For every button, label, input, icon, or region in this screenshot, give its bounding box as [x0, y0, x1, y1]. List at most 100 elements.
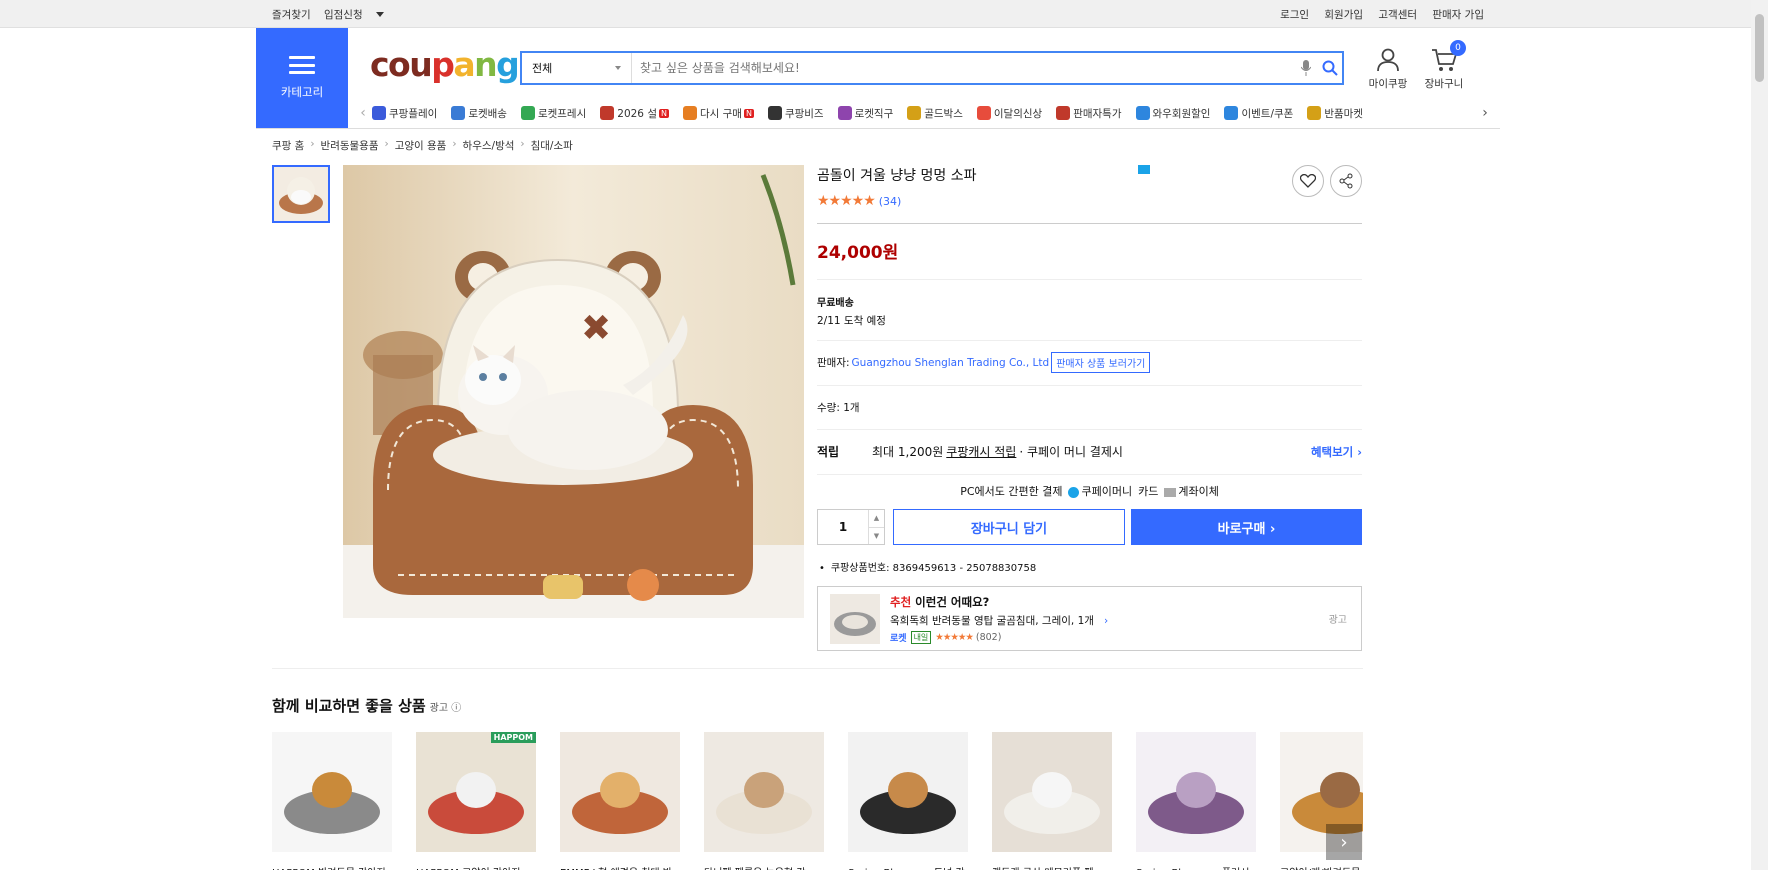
payment-methods: PC에서도 간편한 결제 쿠페이머니 카드 계좌이체 [817, 165, 1362, 509]
signup-link[interactable]: 회원가입 [1324, 9, 1363, 21]
scrollbar-thumb[interactable] [1755, 14, 1764, 82]
payment-bank-label: 계좌이체 [1178, 485, 1219, 498]
quick-link-item[interactable]: 로켓프레시 [520, 106, 586, 121]
compare-product-name: EMMF L형 애견용 침대 반... [560, 864, 680, 870]
coupang-cash-link[interactable]: 쿠팡캐시 적립 [946, 443, 1016, 460]
quantity-down-icon[interactable]: ▼ [869, 526, 884, 545]
scrollbar[interactable] [1751, 0, 1768, 870]
microphone-icon[interactable] [1294, 60, 1318, 76]
breadcrumb-item[interactable]: 쿠팡 홈 [272, 138, 304, 153]
payment-card-label: 카드 [1138, 485, 1159, 498]
rating-row[interactable]: ★★★★★ (34) [817, 193, 1362, 209]
section-divider [272, 668, 1363, 669]
quick-link-item[interactable]: 쿠팡플레이 [372, 106, 437, 121]
quick-link-item[interactable]: 이벤트/쿠폰 [1224, 106, 1293, 121]
recommend-name: 옥희독희 반려동물 영탑 굴곰침대, 그레이, 1개 › [890, 613, 1108, 628]
benefit-more-link[interactable]: 혜택보기 › [1311, 444, 1362, 460]
breadcrumb-item[interactable]: 반려동물용품 [321, 138, 379, 153]
compare-product-card[interactable]: EMMF L형 애견용 침대 반... [560, 732, 680, 870]
buy-now-button[interactable]: 바로구매 › [1131, 509, 1362, 545]
compare-product-card[interactable]: 캣독랜 국산 메모리폼 펫... [992, 732, 1112, 870]
chevron-down-icon [375, 12, 384, 17]
product-main-image[interactable]: ✖ [343, 165, 804, 618]
bank-icon [1164, 487, 1177, 497]
share-button[interactable] [1330, 165, 1362, 197]
coupang-logo[interactable]: coupang [370, 45, 520, 84]
chevron-down-icon [615, 66, 621, 70]
compare-product-card[interactable]: Spring Blossoms 도넛 강... [848, 732, 968, 870]
compare-product-name: 캣독랜 국산 메모리폼 펫... [992, 864, 1112, 870]
mycoupang-button[interactable]: 마이쿠팡 [1360, 48, 1416, 91]
quick-link-item[interactable]: 쿠팡비즈 [767, 106, 824, 121]
carousel-next-button[interactable]: › [1326, 824, 1362, 860]
logo-part: g [496, 45, 520, 84]
quick-link-icon [682, 106, 697, 120]
seller-row: 판매자: Guangzhou Shenglan Trading Co., Ltd… [817, 341, 1362, 385]
new-badge: N [743, 108, 754, 118]
compare-product-card[interactable]: Spring Blossoms 플러시... [1136, 732, 1256, 870]
quick-link-label: 이달의신상 [993, 107, 1043, 120]
customer-center-link[interactable]: 고객센터 [1378, 9, 1417, 21]
cart-button[interactable]: 장바구니 0 [1416, 40, 1472, 91]
quick-link-item[interactable]: 와우회원할인 [1135, 106, 1210, 121]
product-thumbnail[interactable] [272, 165, 330, 223]
chevron-right-icon[interactable]: › [1476, 105, 1494, 121]
quick-link-icon [1224, 106, 1239, 120]
reward-condition: · 쿠페이 머니 결제시 [1019, 445, 1123, 459]
bookmark-link[interactable]: 즐겨찾기 [272, 9, 311, 21]
quick-link-icon [837, 106, 852, 120]
breadcrumb-item[interactable]: 침대/소파 [531, 138, 573, 153]
quantity-value[interactable]: 1 [818, 510, 868, 544]
compare-product-name: Spring Blossoms 도넛 강... [848, 864, 968, 870]
quick-link-item[interactable]: 로켓직구 [837, 106, 894, 121]
quantity-stepper[interactable]: 1 ▲ ▼ [817, 509, 885, 545]
seller-signup-link[interactable]: 판매자 가입 [1432, 9, 1484, 21]
quick-link-label: 로켓직구 [854, 107, 894, 120]
quantity-text: 수량: 1개 [817, 402, 860, 414]
quantity-arrows: ▲ ▼ [868, 510, 884, 544]
add-to-cart-button[interactable]: 장바구니 담기 [893, 509, 1125, 545]
compare-carousel: HAPPOM 반려동물 강아지 ... HAPPOM HAPPOM 고양이 강아지 … [272, 732, 1363, 870]
quick-link-item[interactable]: 이달의신상 [976, 106, 1043, 121]
quick-link-label: 쿠팡플레이 [389, 107, 438, 120]
recommend-box[interactable]: 추천 이런건 어때요? 옥희독희 반려동물 영탑 굴곰침대, 그레이, 1개 › … [817, 586, 1362, 651]
quick-link-item[interactable]: 로켓배송 [451, 106, 507, 121]
breadcrumb-item[interactable]: 고양이 용품 [395, 138, 447, 153]
tomorrow-badge: 내일 [910, 630, 932, 644]
search-input[interactable] [632, 53, 1294, 83]
category-button[interactable]: 카테고리 [256, 28, 348, 128]
quick-link-label: 골드박스 [924, 107, 963, 120]
shipping-info: 무료배송 2/11 도착 예정 [817, 280, 1362, 340]
quick-link-icon [767, 106, 782, 120]
compare-product-card[interactable]: HAPPOM 반려동물 강아지 ... [272, 732, 392, 870]
chevron-right-icon: › [520, 138, 525, 150]
heart-icon [1300, 174, 1316, 188]
category-label: 카테고리 [280, 85, 324, 99]
svg-text:✖: ✖ [581, 308, 611, 349]
seller-prefix: 판매자: [817, 357, 850, 369]
quantity-up-icon[interactable]: ▲ [869, 510, 884, 527]
quick-link-icon [451, 106, 466, 120]
quick-link-item[interactable]: 다시 구매 N [682, 106, 754, 121]
breadcrumb-item[interactable]: 하우스/방석 [463, 138, 515, 153]
search-scope-select[interactable]: 전체 [522, 53, 632, 83]
compare-product-image [848, 732, 968, 852]
quick-link-item[interactable]: 2026 설N [600, 106, 669, 121]
product-id: 쿠팡상품번호: 8369459613 - 25078830758 [817, 559, 1362, 574]
seller-name-link[interactable]: Guangzhou Shenglan Trading Co., Ltd [852, 357, 1050, 369]
quick-link-icon [1056, 106, 1071, 120]
wishlist-button[interactable] [1292, 165, 1324, 197]
quick-link-item[interactable]: 골드박스 [907, 106, 963, 121]
compare-ad-label[interactable]: 광고 ⓘ [430, 699, 462, 714]
chevron-left-icon[interactable]: ‹ [354, 105, 372, 121]
quick-link-icon [1135, 106, 1150, 120]
quick-link-item[interactable]: 반품마켓 [1307, 106, 1363, 121]
seller-products-button[interactable]: 판매자 상품 보러가기 [1051, 352, 1151, 373]
partner-apply-link[interactable]: 입점신청 [324, 9, 394, 21]
login-link[interactable]: 로그인 [1280, 9, 1309, 21]
quick-link-item[interactable]: 판매자특가 [1056, 106, 1122, 121]
new-badge: N [659, 108, 669, 118]
search-icon[interactable] [1318, 60, 1342, 76]
compare-product-card[interactable]: 다니펫 펫룸은 높은형 강... [704, 732, 824, 870]
compare-product-card[interactable]: HAPPOM HAPPOM 고양이 강아지 ... [416, 732, 536, 870]
